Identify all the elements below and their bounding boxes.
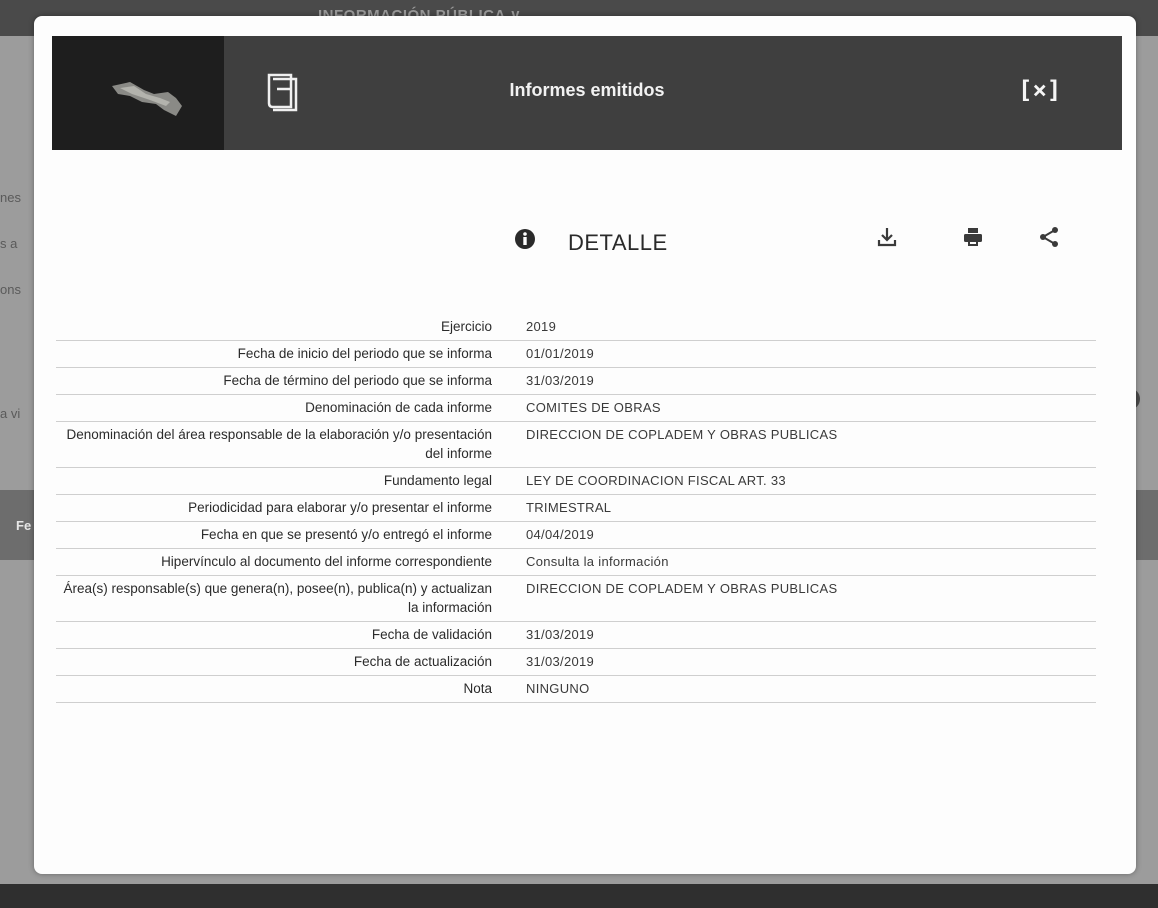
- detail-toolbar: DETALLE: [514, 222, 1058, 262]
- row-label: Denominación de cada informe: [305, 400, 492, 415]
- table-row: Fecha en que se presentó y/o entregó el …: [56, 522, 1096, 549]
- row-value: DIRECCION DE COPLADEM Y OBRAS PUBLICAS: [526, 427, 838, 442]
- background-text-fragment: s a: [0, 236, 18, 251]
- row-label: Fecha en que se presentó y/o entregó el …: [200, 527, 492, 542]
- row-value: NINGUNO: [526, 681, 590, 696]
- background-bottom-bar: [0, 884, 1158, 908]
- row-value: DIRECCION DE COPLADEM Y OBRAS PUBLICAS: [526, 581, 838, 596]
- row-value: 31/03/2019: [526, 627, 595, 642]
- row-label: Ejercicio: [440, 319, 492, 334]
- row-value: COMITES DE OBRAS: [526, 400, 661, 415]
- background-text-fragment: nes: [0, 190, 21, 205]
- row-label: Nota: [463, 681, 492, 696]
- background-text-fragment: ons: [0, 282, 21, 297]
- row-value: LEY DE COORDINACION FISCAL ART. 33: [526, 473, 786, 488]
- table-row: Fecha de actualización 31/03/2019: [56, 649, 1096, 676]
- detail-table: Ejercicio 2019 Fecha de inicio del perio…: [56, 314, 1096, 703]
- row-value: 2019: [526, 319, 557, 334]
- table-row: Hipervínculo al documento del informe co…: [56, 549, 1096, 576]
- informes-modal: Informes emitidos [×] DETALLE Ejercicio …: [34, 16, 1136, 874]
- table-row: Nota NINGUNO: [56, 676, 1096, 703]
- row-label: Fecha de término del periodo que se info…: [223, 373, 492, 388]
- table-row: Ejercicio 2019: [56, 314, 1096, 341]
- info-circle-icon: [515, 229, 535, 249]
- table-row: Periodicidad para elaborar y/o presentar…: [56, 495, 1096, 522]
- row-label: Periodicidad para elaborar y/o presentar…: [188, 500, 492, 515]
- table-row: Fecha de validación 31/03/2019: [56, 622, 1096, 649]
- row-label: Área(s) responsable(s) que genera(n), po…: [63, 581, 492, 615]
- download-icon[interactable]: [876, 226, 898, 248]
- table-row: Área(s) responsable(s) que genera(n), po…: [56, 576, 1096, 622]
- row-value: 04/04/2019: [526, 527, 595, 542]
- table-row: Fecha de inicio del periodo que se infor…: [56, 341, 1096, 368]
- row-value: TRIMESTRAL: [526, 500, 612, 515]
- row-label: Fecha de validación: [371, 627, 492, 642]
- print-icon[interactable]: [962, 226, 984, 248]
- row-label: Fundamento legal: [383, 473, 492, 488]
- row-label: Fecha de inicio del periodo que se infor…: [237, 346, 492, 361]
- row-label: Hipervínculo al documento del informe co…: [161, 554, 492, 569]
- background-text-fragment: a vi: [0, 406, 21, 421]
- table-row: Denominación del área responsable de la …: [56, 422, 1096, 468]
- background-text-fragment: Fe: [16, 518, 32, 533]
- row-value: 01/01/2019: [526, 346, 595, 361]
- table-row: Fecha de término del periodo que se info…: [56, 368, 1096, 395]
- share-icon[interactable]: [1038, 226, 1060, 248]
- row-label: Denominación del área responsable de la …: [66, 427, 492, 461]
- row-value: 31/03/2019: [526, 373, 595, 388]
- row-value: 31/03/2019: [526, 654, 595, 669]
- table-row: Fundamento legal LEY DE COORDINACION FIS…: [56, 468, 1096, 495]
- table-row: Denominación de cada informe COMITES DE …: [56, 395, 1096, 422]
- document-hyperlink[interactable]: Consulta la información: [492, 549, 1096, 575]
- modal-header: Informes emitidos [×]: [52, 36, 1122, 150]
- close-button[interactable]: [×]: [1018, 74, 1061, 106]
- section-title: DETALLE: [568, 230, 668, 255]
- modal-title: Informes emitidos: [509, 80, 665, 100]
- row-label: Fecha de actualización: [353, 654, 492, 669]
